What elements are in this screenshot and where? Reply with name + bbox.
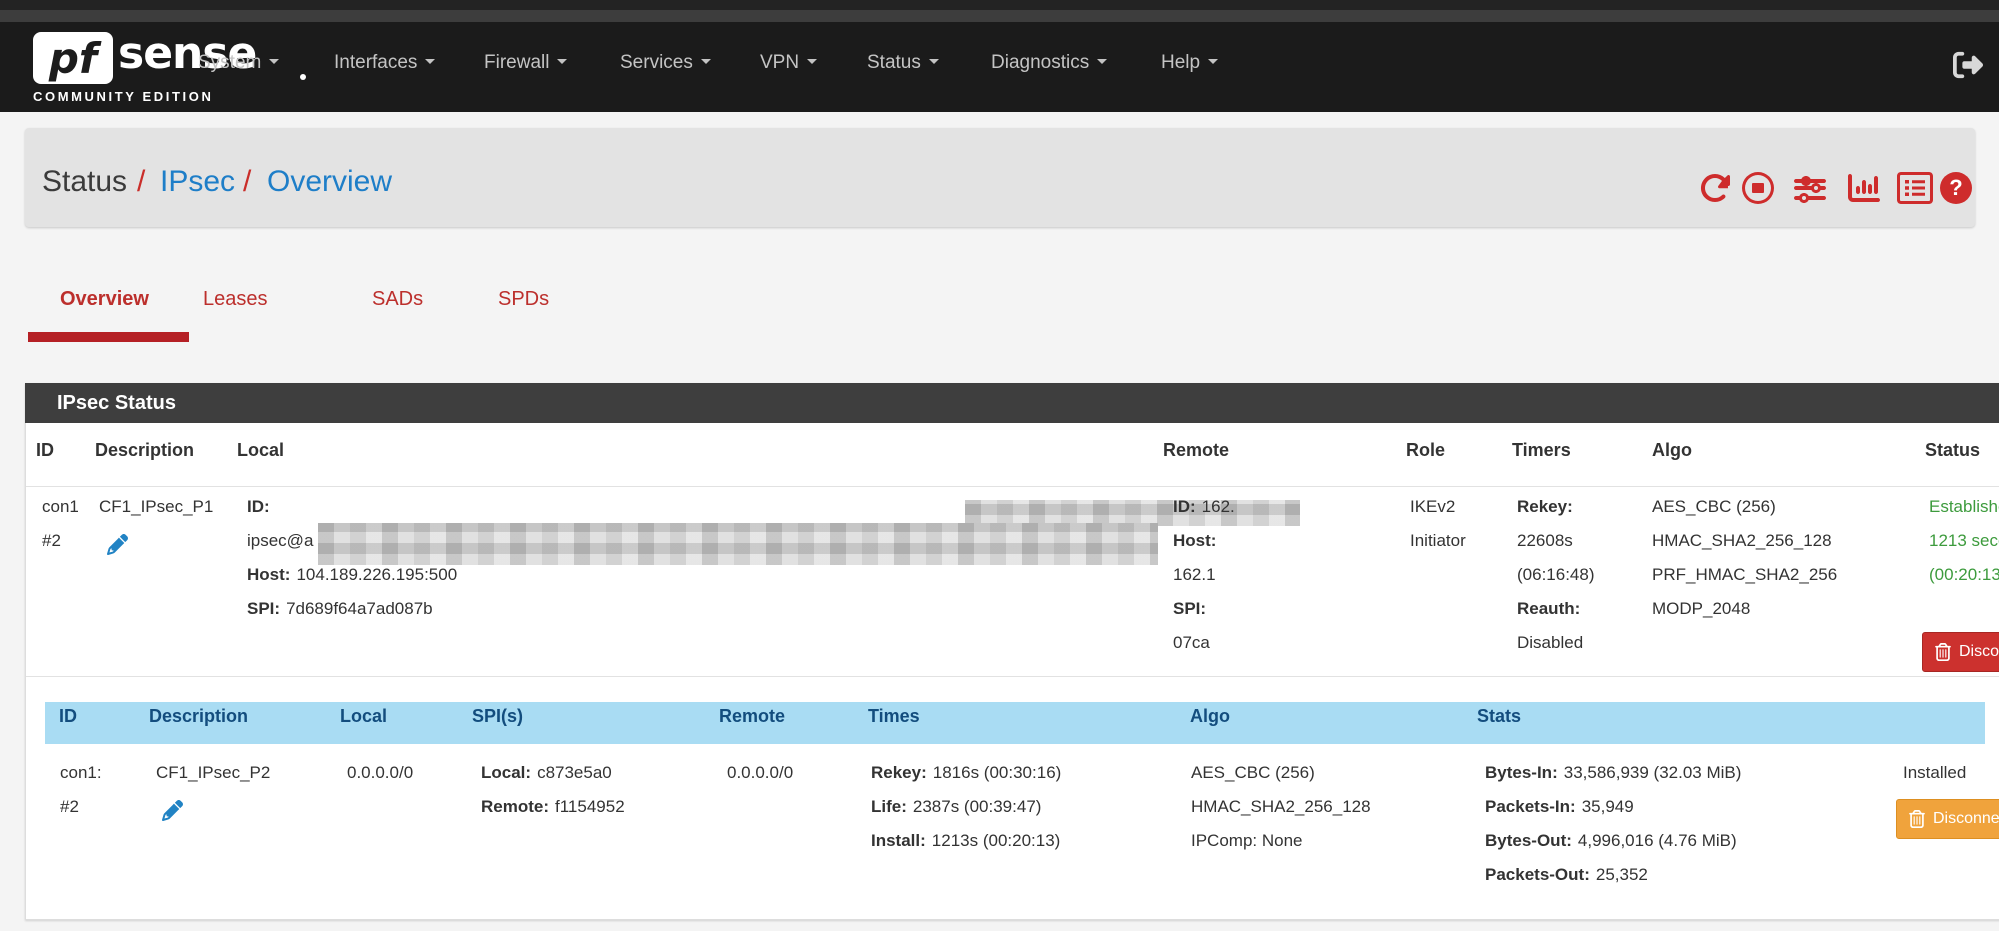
active-tab-underline bbox=[28, 332, 189, 342]
nav-menu-diagnostics[interactable]: Diagnostics bbox=[991, 52, 1107, 78]
col-header-role: Role bbox=[1406, 440, 1445, 461]
child-col-header-spis: SPI(s) bbox=[472, 706, 523, 727]
nav-menu-vpn[interactable]: VPN bbox=[760, 52, 817, 78]
child-sa-row-algo: AES_CBC (256) HMAC_SHA2_256_128 IPComp: … bbox=[1191, 756, 1371, 858]
caret-down-icon bbox=[701, 59, 711, 64]
col-header-remote: Remote bbox=[1163, 440, 1229, 461]
nav-menu-services-label: Services bbox=[620, 52, 693, 73]
child-col-header-remote: Remote bbox=[719, 706, 785, 727]
nav-menu-help-label: Help bbox=[1161, 52, 1200, 73]
breadcrumb-separator: / bbox=[243, 165, 251, 199]
row-divider bbox=[26, 676, 1999, 677]
nav-menu-status[interactable]: Status bbox=[867, 52, 939, 78]
col-header-id: ID bbox=[36, 440, 54, 461]
child-sa-row-spis: Local:c873e5a0 Remote:f1154952 bbox=[481, 756, 625, 824]
child-sa-row-status: Installed bbox=[1903, 756, 1966, 790]
col-header-algo: Algo bbox=[1652, 440, 1692, 461]
stop-service-icon[interactable] bbox=[1741, 172, 1775, 204]
tunnel-row-algo: AES_CBC (256) HMAC_SHA2_256_128 PRF_HMAC… bbox=[1652, 490, 1837, 626]
disconnect-tunnel-button[interactable]: Disconnect bbox=[1922, 632, 1999, 672]
tunnel-row-status: Established 1213 seconds (00:20:13) bbox=[1929, 490, 1999, 592]
col-header-description: Description bbox=[95, 440, 194, 461]
disconnect-button-label: Disconnect bbox=[1933, 810, 1999, 828]
help-icon[interactable] bbox=[1940, 172, 1972, 204]
edit-pencil-icon[interactable] bbox=[162, 800, 183, 821]
tab-leases[interactable]: Leases bbox=[203, 288, 268, 311]
child-col-header-id: ID bbox=[59, 706, 77, 727]
child-sa-row-description: CF1_IPsec_P2 bbox=[156, 756, 270, 790]
tunnel-row-remote: ID:162. Host: 162.1 SPI: 07ca bbox=[1173, 490, 1235, 660]
child-sa-row-stats: Bytes-In:33,586,939 (32.03 MiB) Packets-… bbox=[1485, 756, 1741, 892]
nav-menu-firewall[interactable]: Firewall bbox=[484, 52, 567, 78]
header-divider bbox=[26, 486, 1999, 487]
child-sa-header-band bbox=[45, 702, 1985, 744]
caret-down-icon bbox=[269, 59, 279, 64]
nav-menu-system[interactable]: System bbox=[198, 52, 279, 78]
tab-spds[interactable]: SPDs bbox=[498, 288, 549, 311]
redaction-block bbox=[318, 523, 1158, 565]
pfsense-logo[interactable]: pf bbox=[33, 32, 113, 84]
caret-down-icon bbox=[929, 59, 939, 64]
nav-menu-system-label: System bbox=[198, 52, 261, 73]
nav-menu-vpn-label: VPN bbox=[760, 52, 799, 73]
nav-menu-interfaces-label: Interfaces bbox=[334, 52, 417, 73]
col-header-local: Local bbox=[237, 440, 284, 461]
tab-overview[interactable]: Overview bbox=[60, 288, 149, 311]
nav-menu-help[interactable]: Help bbox=[1161, 52, 1218, 78]
disconnect-child-sa-button[interactable]: Disconnect bbox=[1896, 799, 1999, 839]
panel-title: IPsec Status bbox=[57, 383, 176, 423]
trash-icon bbox=[1935, 643, 1951, 661]
child-sa-row-local: 0.0.0.0/0 bbox=[347, 756, 413, 790]
nav-menu-interfaces[interactable]: Interfaces bbox=[334, 52, 435, 78]
ipsec-status-panel-header bbox=[25, 383, 1999, 423]
caret-down-icon bbox=[807, 59, 817, 64]
child-col-header-stats: Stats bbox=[1477, 706, 1521, 727]
child-col-header-algo: Algo bbox=[1190, 706, 1230, 727]
breadcrumb-root: Status bbox=[42, 165, 127, 199]
breadcrumb-link-overview[interactable]: Overview bbox=[267, 165, 392, 199]
caret-down-icon bbox=[1097, 59, 1107, 64]
logo-registered-dot bbox=[300, 74, 306, 80]
logo-pf-text: pf bbox=[49, 34, 97, 83]
settings-sliders-icon[interactable] bbox=[1788, 172, 1832, 204]
nav-menu-diagnostics-label: Diagnostics bbox=[991, 52, 1089, 73]
nav-menu-services[interactable]: Services bbox=[620, 52, 711, 78]
breadcrumb-separator: / bbox=[137, 165, 145, 199]
window-title-strip bbox=[0, 10, 1999, 22]
window-top-strip bbox=[0, 0, 1999, 10]
tunnel-row-description: CF1_IPsec_P1 bbox=[99, 490, 213, 524]
child-sa-row-times: Rekey:1816s (00:30:16) Life:2387s (00:39… bbox=[871, 756, 1061, 858]
child-col-header-description: Description bbox=[149, 706, 248, 727]
trash-icon bbox=[1909, 810, 1925, 828]
caret-down-icon bbox=[1208, 59, 1218, 64]
col-header-status: Status bbox=[1925, 440, 1980, 461]
nav-menu-firewall-label: Firewall bbox=[484, 52, 549, 73]
logo-edition-label: COMMUNITY EDITION bbox=[33, 89, 213, 104]
tunnel-row-timers: Rekey: 22608s (06:16:48) Reauth: Disable… bbox=[1517, 490, 1595, 660]
pfsense-ipsec-overview-page: { "navbar": { "brand_pf": "pf", "brand_s… bbox=[0, 0, 1999, 931]
disconnect-button-label: Disconnect bbox=[1959, 643, 1999, 661]
log-list-icon[interactable] bbox=[1896, 172, 1934, 204]
logout-icon[interactable] bbox=[1953, 50, 1983, 80]
caret-down-icon bbox=[557, 59, 567, 64]
child-sa-row-id: con1: #2 bbox=[60, 756, 102, 824]
tunnel-row-id: con1 #2 bbox=[42, 490, 79, 558]
caret-down-icon bbox=[425, 59, 435, 64]
restart-service-icon[interactable] bbox=[1698, 172, 1732, 204]
child-col-header-times: Times bbox=[868, 706, 920, 727]
tunnel-row-role: IKEv2 Initiator bbox=[1410, 490, 1466, 558]
child-sa-row-remote: 0.0.0.0/0 bbox=[727, 756, 793, 790]
nav-menu-status-label: Status bbox=[867, 52, 921, 73]
tab-sads[interactable]: SADs bbox=[372, 288, 423, 311]
breadcrumb-link-ipsec[interactable]: IPsec bbox=[160, 165, 235, 199]
col-header-timers: Timers bbox=[1512, 440, 1571, 461]
traffic-graph-icon[interactable] bbox=[1843, 172, 1885, 204]
child-col-header-local: Local bbox=[340, 706, 387, 727]
edit-pencil-icon[interactable] bbox=[107, 534, 128, 555]
